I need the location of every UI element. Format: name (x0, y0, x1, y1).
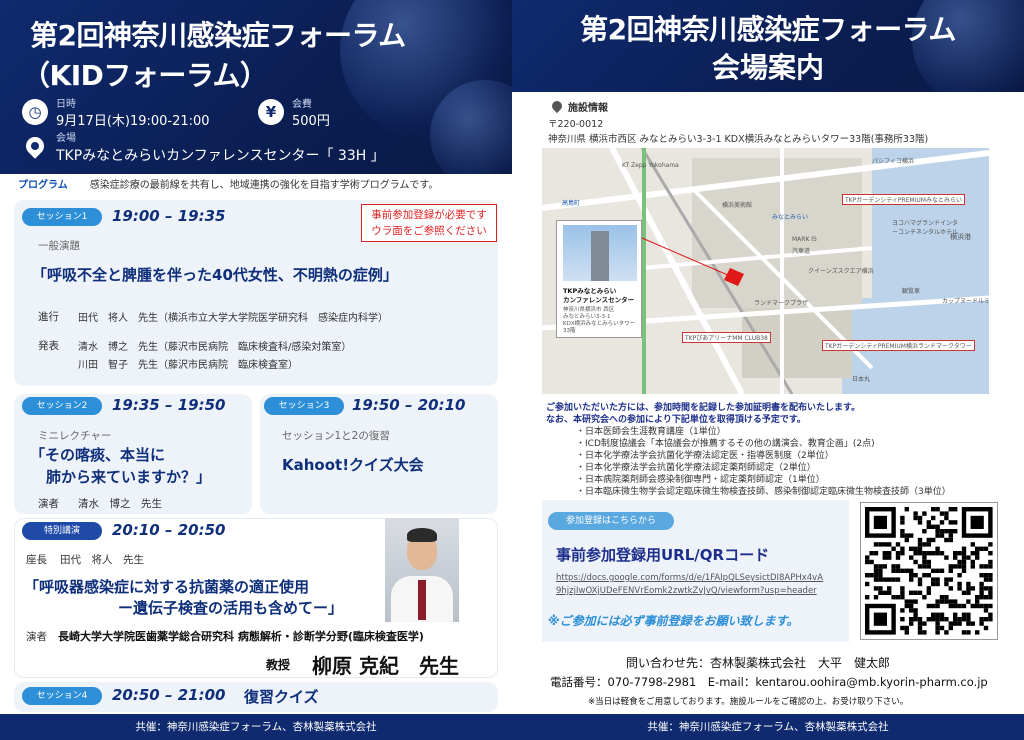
date-label: 日時 (56, 99, 76, 110)
program-line: プログラム 感染症診療の最前線を共有し、地域連携の強化を目指す学術プログラムです。 (18, 176, 438, 191)
left-panel: 第2回神奈川感染症フォーラム （KIDフォーラム） ◷ 日時 9月17日(木)1… (0, 0, 512, 740)
map-label: MARK IS (792, 236, 817, 243)
map-label: TKPガーデンシティPREMIUMみなとみらい (842, 194, 965, 205)
special-badge: 特別講演 (22, 522, 102, 540)
postal-code: 〒220-0012 (548, 119, 604, 130)
map-label: ランドマークプラザ (754, 300, 809, 307)
map-label: TKPぴあアリーナMM CLUB38 (682, 332, 771, 343)
address: 神奈川県 横浜市西区 みなとみらい3-3-1 KDX横浜みなとみらいタワー33階… (548, 134, 929, 145)
notice-line2: ウラ面をご参照ください (371, 225, 487, 237)
special-rank: 教授 (266, 658, 291, 672)
special-chair-label: 座長 (26, 554, 47, 566)
special-title-line2: ー遺伝子検査の活用も含めてー」 (118, 599, 344, 617)
session3-category: セッション1と2の復習 (282, 430, 390, 442)
session4-time: 20:50 – 21:00 (112, 686, 226, 704)
venue-card-title2: カンファレンスセンター (563, 296, 635, 304)
session1-chair: 田代 将人 先生（横浜市立大学大学院医学研究科 感染症内科学） (78, 313, 388, 324)
venue-map[interactable]: TKPみなとみらい カンファレンスセンター 神奈川県横浜市 西区 みなとみらい3… (542, 148, 989, 394)
map-label: KT Zepp Yokohama (622, 162, 679, 169)
building-photo (563, 225, 637, 281)
notice-line1: 事前参加登録が必要です (371, 209, 487, 221)
facility-label: 施設情報 (568, 103, 608, 114)
map-label: 高島町 (562, 200, 581, 207)
map-label: TKPガーデンシティPREMIUM横浜ランドマークタワー (822, 340, 975, 351)
session2-title-line1: 「その喀痰、本当に (30, 446, 166, 464)
session1-category: 一般演題 (38, 240, 80, 252)
session1-title: 「呼吸不全と脾腫を伴った40代女性、不明熱の症例」 (32, 266, 398, 284)
session2-title-line2: 肺から来ていますか？」 (46, 468, 212, 486)
left-footer: 共催：神奈川感染症フォーラム、杏林製薬株式会社 (0, 714, 512, 740)
registration-pill: 参加登録はこちらから (548, 512, 674, 530)
right-header: 第2回神奈川感染症フォーラム 会場案内 (512, 0, 1024, 92)
map-label: パシフィコ横浜 (872, 158, 914, 165)
location-pin-icon (22, 133, 48, 159)
special-chair: 田代 将人 先生 (60, 554, 144, 566)
venue-card-addr4: 33階 (563, 328, 576, 334)
special-affiliation: 長崎大学大学院医歯薬学総合研究科 病態解析・診断学分野(臨床検査医学) (58, 630, 424, 643)
session3-badge: セッション3 (264, 397, 344, 415)
session1-presenter2: 川田 智子 先生（藤沢市民病院 臨床検査室） (78, 360, 298, 371)
venue-card: TKPみなとみらい カンファレンスセンター 神奈川県横浜市 西区 みなとみらい3… (556, 220, 642, 338)
session1-badge: セッション1 (22, 208, 102, 226)
session4-title: 復習クイズ (244, 688, 319, 706)
yen-icon: ¥ (258, 99, 284, 125)
registration-url-line2[interactable]: 9hjzjIwOXjUDeFENVrEomk2zwtkZvJvQ/viewfor… (556, 586, 817, 596)
program-desc: 感染症診療の最前線を共有し、地域連携の強化を目指す学術プログラムです。 (89, 180, 439, 191)
map-label: 横浜美術館 (722, 202, 753, 209)
session2-time: 19:35 – 19:50 (112, 396, 226, 414)
special-time: 20:10 – 20:50 (112, 521, 226, 539)
session1-time: 19:00 – 19:35 (112, 207, 226, 225)
map-label: クイーンズスクエア横浜 (808, 268, 874, 275)
left-header: 第2回神奈川感染症フォーラム （KIDフォーラム） ◷ 日時 9月17日(木)1… (0, 0, 512, 174)
session1-presenter1: 清水 博之 先生（藤沢市民病院 臨床検査科/感染対策室） (78, 342, 352, 353)
session1-presenter-label: 発表 (38, 340, 59, 352)
session2-speaker: 清水 博之 先生 (78, 498, 162, 510)
map-label: 横浜港 (950, 233, 971, 241)
fee-value: 500円 (292, 114, 330, 129)
session1-chair-label: 進行 (38, 311, 59, 323)
clock-icon: ◷ (22, 99, 48, 125)
left-title-line1: 第2回神奈川感染症フォーラム (30, 19, 406, 52)
session2-category: ミニレクチャー (38, 430, 112, 442)
map-label: カップヌードルミュージアム (942, 298, 989, 305)
session2-speaker-label: 演者 (38, 498, 59, 510)
right-footer: 共催：神奈川感染症フォーラム、杏林製薬株式会社 (512, 714, 1024, 740)
right-title-line2: 会場案内 (711, 51, 824, 84)
session2-badge: セッション2 (22, 397, 102, 415)
speaker-photo (385, 518, 459, 622)
fee-label: 会費 (292, 99, 312, 110)
special-speaker-label: 演者 (26, 631, 47, 643)
qr-pattern (865, 507, 993, 635)
map-label: 日本丸 (852, 376, 871, 383)
session3-time: 19:50 – 20:10 (352, 396, 466, 414)
right-title-line1: 第2回神奈川感染症フォーラム (580, 13, 956, 46)
venue-label: 会場 (56, 133, 76, 144)
qr-code[interactable] (860, 502, 998, 640)
left-title-line2: （KIDフォーラム） (22, 59, 268, 92)
session3-title: Kahoot!クイズ大会 (282, 456, 424, 474)
registration-title: 事前参加登録用URL/QRコード (556, 546, 770, 564)
credit-item: ・日本臨床微生物学会認定臨床微生物検査技師、感染制御認定臨床微生物検査技師（3単… (576, 487, 951, 497)
flyer: 第2回神奈川感染症フォーラム （KIDフォーラム） ◷ 日時 9月17日(木)1… (0, 0, 1024, 740)
special-speaker: 柳原 克紀 先生 (312, 654, 459, 678)
map-pin-icon (549, 98, 565, 114)
notice-box: 事前参加登録が必要です ウラ面をご参照ください (361, 204, 497, 242)
venue-value: TKPみなとみらいカンファレンスセンター「 33H 」 (56, 148, 385, 164)
special-title-line1: 「呼吸器感染症に対する抗菌薬の適正使用 (24, 578, 310, 596)
contact: 問い合わせ先：杏林製薬株式会社 大平 健太郎 (626, 656, 891, 670)
registration-url-line1[interactable]: https://docs.google.com/forms/d/e/1FAIpQ… (556, 573, 823, 583)
registration-note: ※ご参加には必ず事前登録をお願い致します。 (548, 614, 799, 628)
program-label: プログラム (18, 180, 68, 191)
map-label: みなとみらい (772, 214, 809, 221)
disclaimer: ※当日は軽食をご用意しております。施設ルールをご確認の上、お受け取り下さい。 (588, 697, 909, 707)
map-label: 汽車道 (792, 248, 811, 255)
date-value: 9月17日(木)19:00-21:00 (56, 114, 210, 129)
phone-email: 電話番号：070-7798-2981 E-mail：kentarou.oohir… (550, 675, 988, 689)
session4-badge: セッション4 (22, 687, 102, 705)
map-label: 観覧車 (902, 288, 921, 295)
right-panel: 第2回神奈川感染症フォーラム 会場案内 施設情報 〒220-0012 神奈川県 … (512, 0, 1024, 740)
